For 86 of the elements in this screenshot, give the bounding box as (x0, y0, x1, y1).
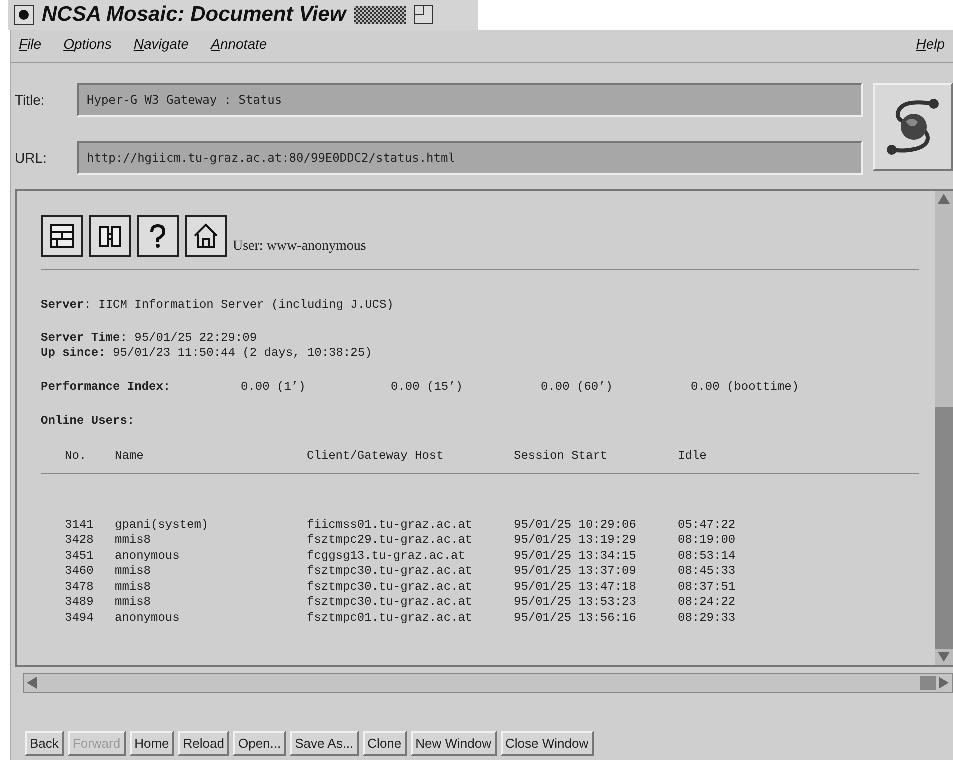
panel-icon (48, 222, 76, 250)
nav-button[interactable]: New Window (410, 731, 496, 756)
window-title: NCSA Mosaic: Document View (42, 3, 346, 27)
binoculars-button[interactable] (89, 215, 131, 257)
menu-item[interactable]: Help (916, 36, 945, 56)
table-cell-text: fsztmpc30.tu-graz.ac.at (307, 580, 474, 595)
performance-value: 0.00 (15’) (391, 379, 464, 396)
table-cell-text: 95/01/25 13:19:29 (514, 533, 638, 548)
scroll-left-icon[interactable] (26, 676, 38, 690)
table-cell-text: 95/01/25 13:34:15 (514, 548, 638, 564)
table-cell-text: 95/01/25 13:47:18 (514, 580, 638, 595)
menu-item[interactable]: Annotate (211, 36, 268, 56)
scroll-down-icon[interactable] (937, 651, 951, 663)
column-header: Idle (678, 449, 708, 464)
table-cell-text: mmis8 (115, 564, 152, 580)
home-icon (192, 222, 220, 250)
scroll-thumb[interactable] (920, 676, 936, 690)
panel-button[interactable] (41, 215, 83, 257)
table-cell-text: 3478 (65, 580, 95, 595)
scroll-up-icon[interactable] (937, 193, 951, 205)
table-cell-text: fsztmpc29.tu-graz.ac.at (307, 533, 474, 548)
server-text: Server: IICM Information Server (including J.UCS) (41, 298, 395, 313)
table-cell-text: fcggsg13.tu-graz.ac.at (307, 548, 466, 564)
table-cell-text: fsztmpc30.tu-graz.ac.at (307, 595, 474, 610)
server-time-text: Server Time: 95/01/25 22:29:09 (41, 331, 258, 346)
column-header: Session Start (514, 449, 609, 464)
menu-item[interactable]: Navigate (134, 36, 190, 56)
performance-label: Performance Index: (41, 379, 172, 396)
table-cell-text: mmis8 (115, 533, 152, 548)
performance-value: 0.00 (1’) (241, 379, 307, 396)
table-cell-text: 08:19:00 (678, 533, 737, 548)
logo-button[interactable] (873, 83, 953, 171)
menu-item[interactable]: Options (64, 36, 112, 56)
table-cell-text: 3489 (65, 595, 95, 610)
up-since-text: Up since: 95/01/23 11:50:44 (2 days, 10:38:25) (41, 346, 374, 361)
table-cell-text: 95/01/25 10:29:06 (514, 518, 638, 533)
url-field[interactable]: http://hgiicm.tu-graz.ac.at:80/99E0DDC2/status.html (77, 141, 863, 175)
table-cell-text: 08:24:22 (678, 595, 737, 610)
table-cell-text: 3451 (65, 548, 95, 564)
nav-button[interactable]: Open... (233, 731, 286, 756)
home-button[interactable] (185, 215, 227, 257)
field-label: Title: (15, 92, 46, 108)
table-cell-text: 95/01/25 13:56:16 (514, 610, 638, 626)
field-label: URL: (15, 150, 48, 166)
table-cell-text: 08:53:14 (678, 548, 737, 564)
table-cell-text: fsztmpc30.tu-graz.ac.at (307, 564, 474, 580)
nav-button[interactable]: Reload (178, 731, 230, 756)
pattern-icon (354, 6, 406, 24)
table-cell-text: 3428 (65, 533, 95, 548)
table-cell-text: fsztmpc01.tu-graz.ac.at (307, 610, 474, 626)
table-cell-text: 08:37:51 (678, 580, 737, 595)
table-cell-text: anonymous (115, 548, 181, 564)
table-cell-text: 05:47:22 (678, 518, 737, 533)
vertical-scrollbar[interactable] (935, 191, 953, 665)
online-users-label: Online Users: (41, 414, 136, 429)
menu-item[interactable]: File (19, 36, 42, 56)
performance-value: 0.00 (60’) (541, 379, 614, 396)
scroll-thumb[interactable] (935, 407, 953, 649)
nav-button[interactable]: Clone (362, 731, 407, 756)
table-cell-text: gpani(system) (115, 518, 210, 533)
maximize-icon[interactable] (414, 5, 434, 25)
nav-button[interactable]: Close Window (500, 731, 594, 756)
question-button[interactable] (137, 215, 179, 257)
table-cell-text: 3141 (65, 518, 95, 533)
title-field[interactable]: Hyper-G W3 Gateway : Status (77, 83, 863, 117)
table-cell-text: 95/01/25 13:53:23 (514, 595, 638, 610)
table-cell-text: 3460 (65, 564, 95, 580)
column-header: Client/Gateway Host (307, 449, 445, 464)
scroll-right-icon[interactable] (938, 676, 950, 690)
nav-button[interactable]: Save As... (290, 731, 359, 756)
horizontal-scrollbar[interactable] (23, 673, 953, 693)
table-cell-text: fiicmss01.tu-graz.ac.at (307, 518, 474, 533)
table-cell-text: 95/01/25 13:37:09 (514, 564, 638, 580)
table-cell-text: mmis8 (115, 580, 152, 595)
window-menu-button[interactable] (14, 5, 34, 25)
table-cell-text: 08:45:33 (678, 564, 737, 580)
column-header: Name (115, 449, 145, 464)
table-cell-text: mmis8 (115, 595, 152, 610)
table-cell-text: 3494 (65, 610, 95, 626)
column-header: No. (65, 449, 88, 464)
user-text: User: www-anonymous (233, 239, 366, 255)
performance-value: 0.00 (boottime) (691, 379, 800, 396)
nav-button[interactable]: Back (25, 731, 64, 756)
table-cell-text: 08:29:33 (678, 610, 737, 626)
nav-button[interactable]: Home (130, 731, 174, 756)
table-cell-text: anonymous (115, 610, 181, 626)
